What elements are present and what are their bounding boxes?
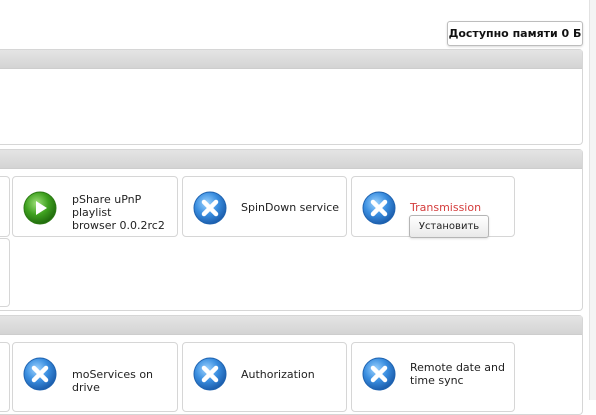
partial-panel-left xyxy=(0,238,10,307)
scrollbar-track[interactable] xyxy=(589,0,596,400)
package-label-pshare: pShare uPnP playlist browser 0.0.2rc2 xyxy=(72,193,165,232)
install-button-label: Установить xyxy=(418,221,480,232)
package-tile-pshare[interactable]: pShare uPnP playlist browser 0.0.2rc2 xyxy=(12,176,178,237)
top-section xyxy=(0,49,583,145)
package-tile-moservices[interactable]: moServices on drive xyxy=(12,342,178,412)
package-tile-remote-date-sync[interactable]: Remote date and time sync xyxy=(351,342,515,412)
blue-x-icon xyxy=(362,191,396,225)
blue-x-icon xyxy=(362,357,396,391)
package-label-authorization: Authorization xyxy=(241,368,315,381)
bottom-section-header xyxy=(0,316,582,335)
install-button[interactable]: Установить xyxy=(409,215,489,238)
blue-x-icon xyxy=(193,357,227,391)
package-label-moservices: moServices on drive xyxy=(72,368,154,394)
package-tile-authorization[interactable]: Authorization xyxy=(182,342,347,412)
partial-tile-left[interactable] xyxy=(0,176,10,237)
memory-available-badge: Доступно памяти 0 Б xyxy=(447,21,583,46)
play-icon xyxy=(23,191,57,225)
package-label-spindown: SpinDown service xyxy=(241,201,340,214)
blue-x-icon xyxy=(193,191,227,225)
memory-available-label: Доступно памяти 0 Б xyxy=(448,27,582,40)
package-tile-spindown[interactable]: SpinDown service xyxy=(182,176,347,237)
partial-tile-left-bottom[interactable] xyxy=(0,342,10,412)
top-section-header xyxy=(0,50,582,69)
middle-section-header xyxy=(0,150,582,169)
package-label-remote-date-sync: Remote date and time sync xyxy=(410,361,505,387)
blue-x-icon xyxy=(23,357,57,391)
